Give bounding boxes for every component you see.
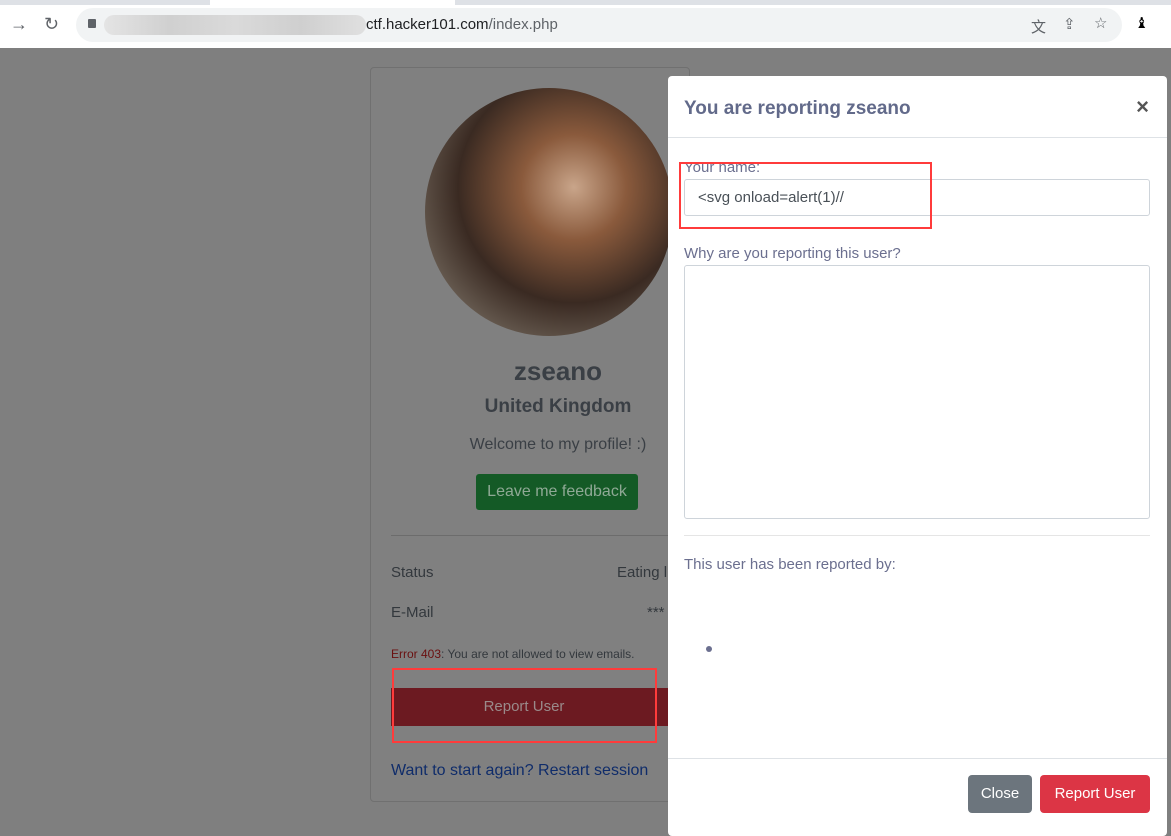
close-button[interactable]: Close (968, 775, 1032, 813)
back-arrow-icon[interactable]: → (10, 14, 28, 35)
address-bar[interactable]: ctf.hacker101.com/index.php 文 ⇪ ☆ (76, 8, 1122, 42)
error-message: : You are not allowed to view emails. (441, 647, 635, 661)
highlight-box-name (679, 162, 932, 229)
reload-icon[interactable]: ↻ (44, 14, 59, 35)
status-label: Status (391, 564, 434, 581)
reported-by-label: This user has been reported by: (684, 556, 896, 573)
reporter-list-item (706, 646, 712, 652)
url-path: /index.php (488, 16, 558, 33)
lock-icon (88, 19, 96, 28)
error-code: Error 403 (391, 647, 442, 661)
close-icon[interactable]: × (1136, 94, 1149, 120)
status-value: Eating l (617, 564, 668, 581)
modal-report-user-button[interactable]: Report User (1040, 775, 1150, 813)
tab-strip (0, 0, 1171, 5)
leave-feedback-button[interactable]: Leave me feedback (476, 474, 638, 510)
avatar (425, 88, 673, 336)
email-label: E-Mail (391, 604, 434, 621)
reason-label: Why are you reporting this user? (684, 245, 901, 262)
blurred-url-part (104, 15, 366, 35)
divider (391, 535, 671, 536)
email-value: *** (647, 604, 665, 621)
reason-textarea[interactable] (684, 265, 1150, 519)
star-icon[interactable]: ☆ (1094, 14, 1107, 32)
restart-session-link[interactable]: Want to start again? Restart session (391, 762, 648, 780)
highlight-box-report (392, 668, 657, 743)
extension-icon[interactable]: ♝ (1135, 14, 1148, 32)
modal-header: You are reporting zseano × (668, 76, 1167, 138)
modal-title: You are reporting zseano (684, 98, 911, 119)
url-host: ctf.hacker101.com (366, 16, 489, 33)
divider (684, 535, 1150, 536)
browser-toolbar: → ↻ ctf.hacker101.com/index.php 文 ⇪ ☆ ♝ (0, 0, 1171, 48)
translate-icon[interactable]: 文 (1031, 16, 1046, 37)
modal-footer-divider (668, 758, 1167, 759)
active-tab[interactable] (210, 0, 455, 5)
share-icon[interactable]: ⇪ (1063, 15, 1076, 33)
